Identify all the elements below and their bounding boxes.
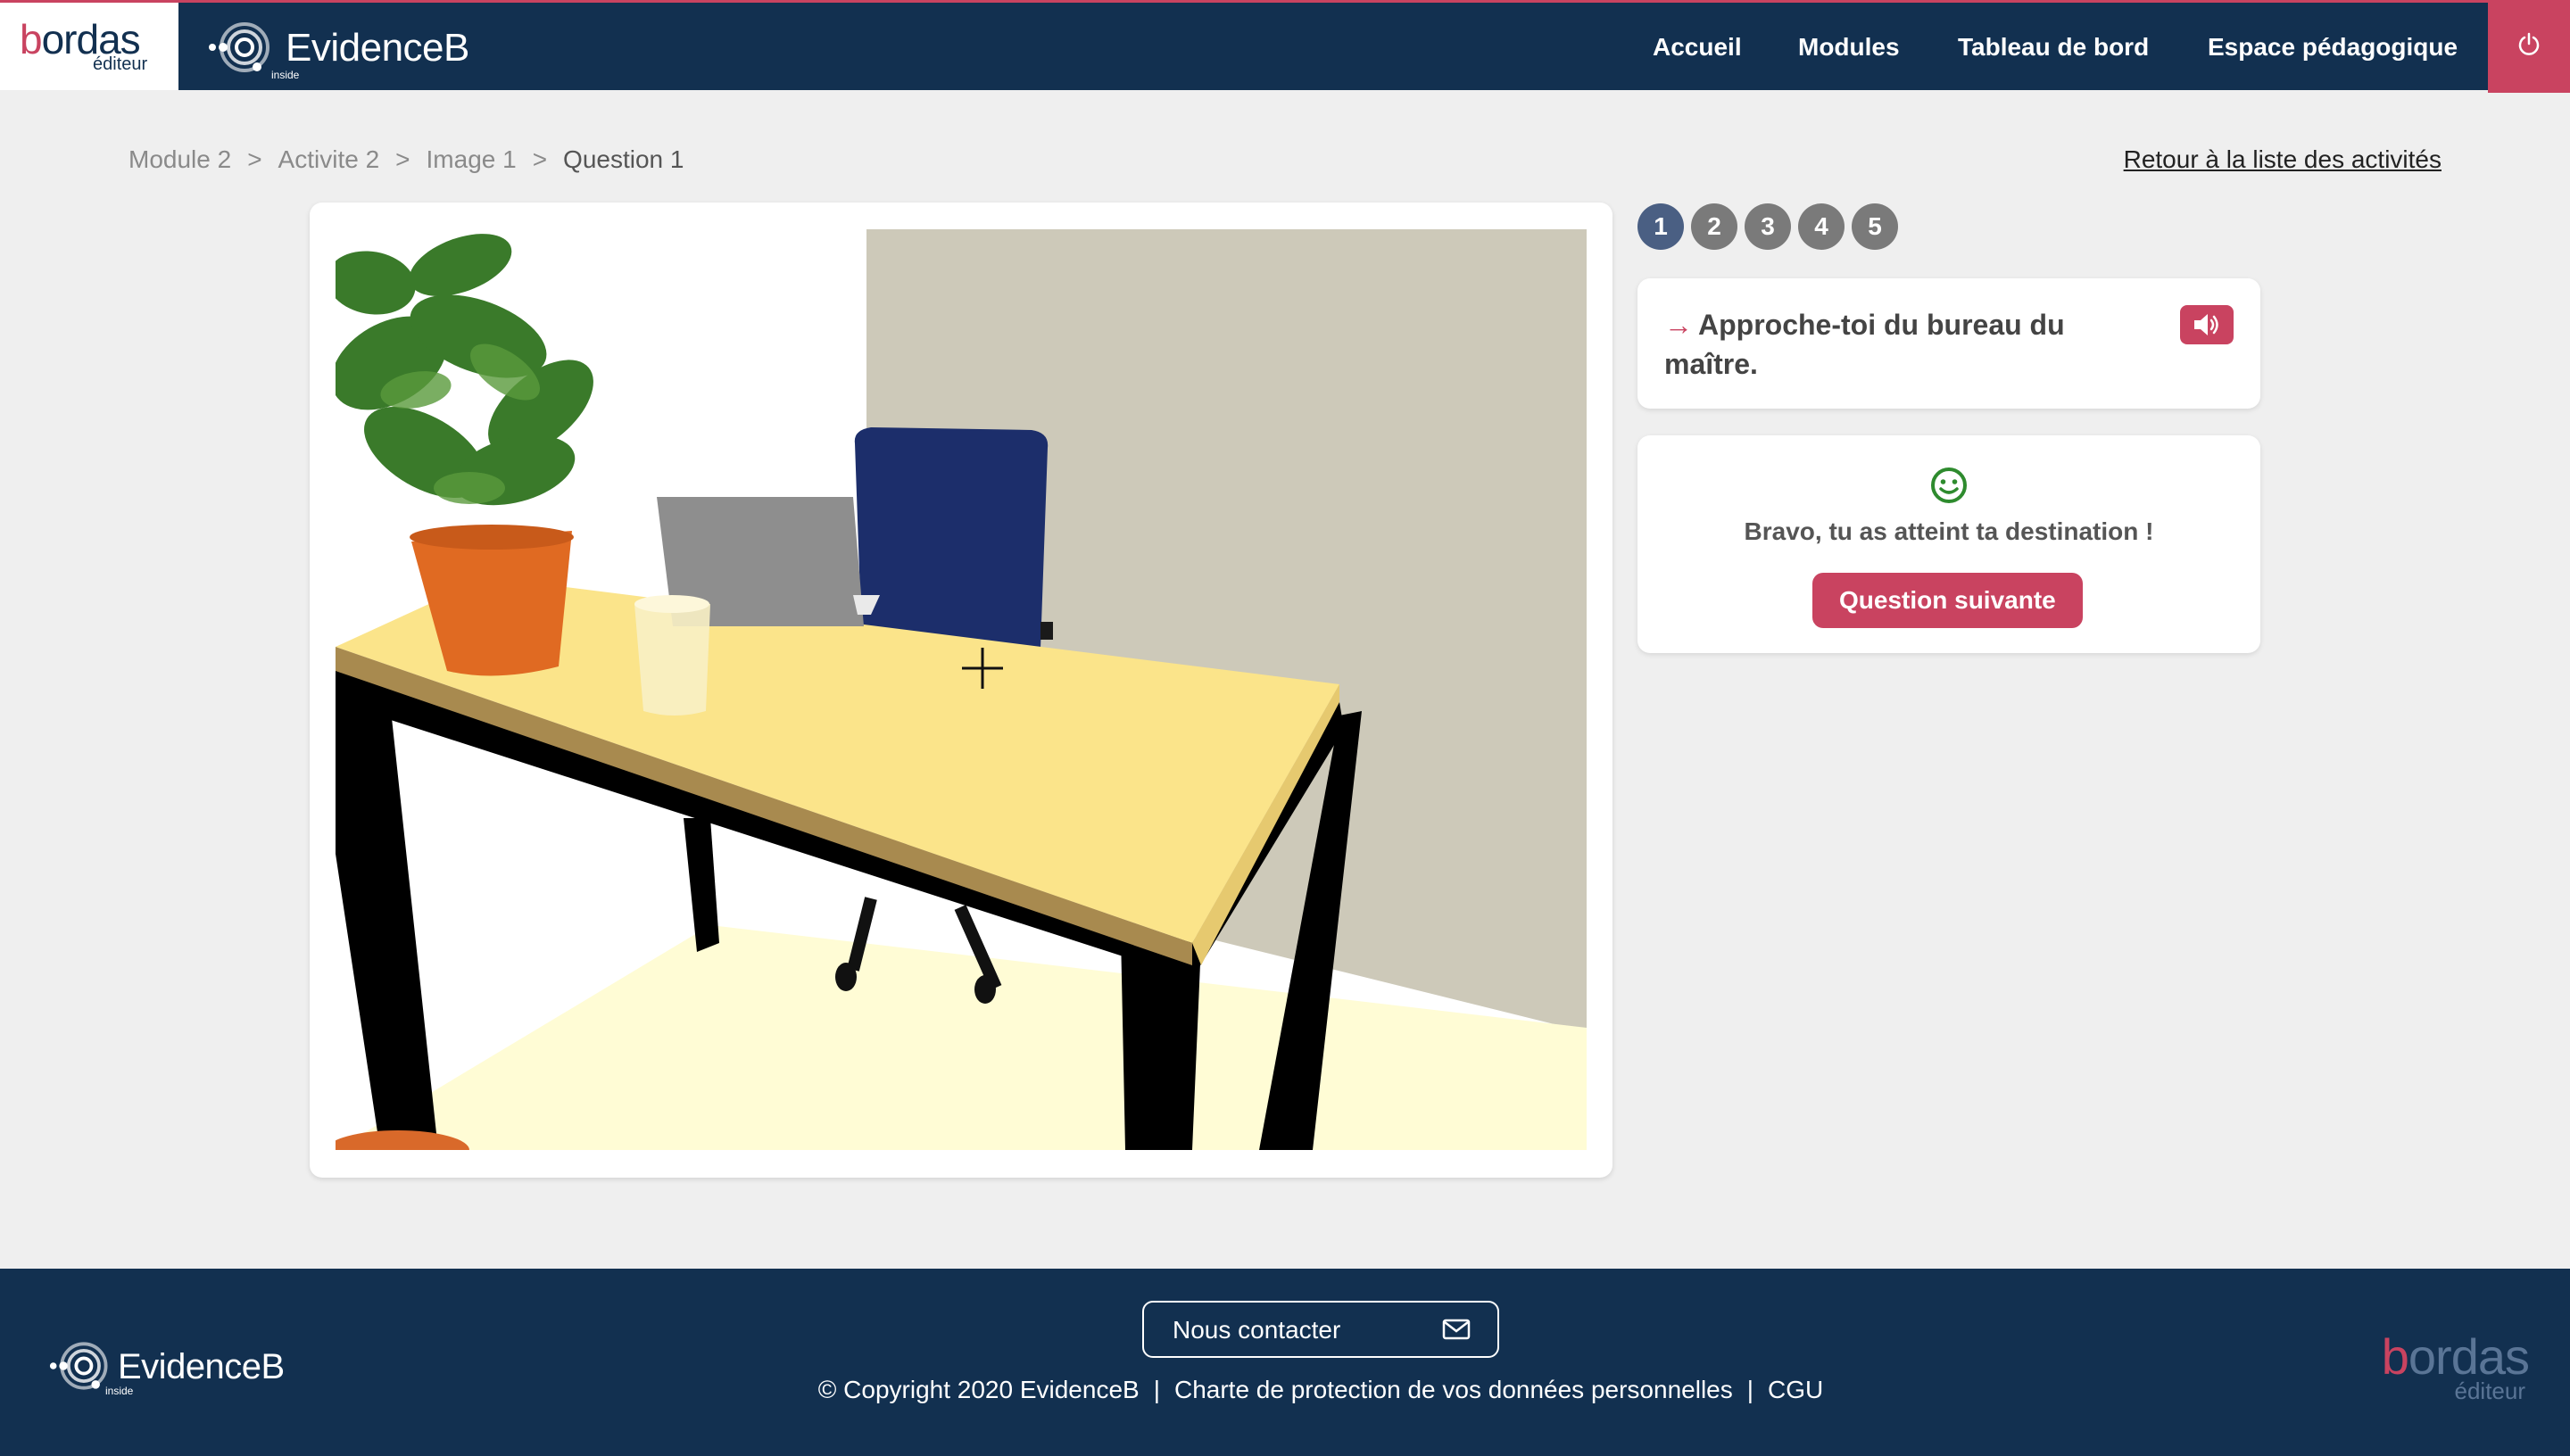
page-dot-1[interactable]: 1 — [1637, 203, 1684, 250]
glass — [634, 595, 710, 716]
footer-bordas-subtitle: éditeur — [2454, 1377, 2526, 1404]
back-to-activities-link[interactable]: Retour à la liste des activités — [2124, 145, 2442, 174]
footer-separator: | — [1153, 1376, 1160, 1403]
classroom-scene[interactable] — [336, 229, 1587, 1150]
instruction-text: Approche-toi du bureau du maître. — [1664, 309, 2065, 380]
nav-espace-pedagogique[interactable]: Espace pédagogique — [2208, 33, 2458, 62]
instruction-card: → Approche-toi du bureau du maître. — [1637, 278, 2260, 409]
copyright-text: © Copyright 2020 EvidenceB — [817, 1376, 1140, 1403]
footer-separator: | — [1746, 1376, 1754, 1403]
breadcrumb-separator: > — [532, 145, 548, 173]
nav-accueil[interactable]: Accueil — [1653, 33, 1742, 62]
3d-scene-viewport[interactable] — [336, 229, 1587, 1150]
breadcrumb-module[interactable]: Module 2 — [128, 145, 231, 174]
page-dot-4[interactable]: 4 — [1798, 203, 1845, 250]
contact-label: Nous contacter — [1173, 1316, 1341, 1344]
scene-card — [310, 203, 1612, 1178]
footer-bordas-logo[interactable]: bordas éditeur — [2333, 1328, 2530, 1408]
evidenceb-logo[interactable]: EvidenceB inside — [207, 15, 475, 81]
feedback-card: Bravo, tu as atteint ta destination ! Qu… — [1637, 435, 2260, 653]
page-dot-3[interactable]: 3 — [1745, 203, 1791, 250]
breadcrumb-activite[interactable]: Activite 2 — [278, 145, 380, 174]
privacy-link[interactable]: Charte de protection de vos données pers… — [1174, 1376, 1733, 1403]
evidenceb-logo-subtitle: inside — [271, 69, 300, 81]
nav-modules[interactable]: Modules — [1798, 33, 1900, 62]
breadcrumb-separator: > — [395, 145, 410, 173]
arrow-right-icon: → — [1664, 309, 1693, 341]
page-dot-5[interactable]: 5 — [1852, 203, 1898, 250]
evidenceb-swirl-icon — [209, 22, 269, 72]
instruction-block: → Approche-toi du bureau du maître. — [1664, 305, 2128, 384]
bordas-logo[interactable]: bordas éditeur — [0, 3, 178, 90]
bordas-logo-subtitle: éditeur — [93, 54, 148, 74]
cgu-link[interactable]: CGU — [1768, 1376, 1823, 1403]
breadcrumb: Module 2 > Activite 2 > Image 1 > Question 1 — [128, 145, 684, 174]
mail-icon — [1442, 1319, 1471, 1340]
evidenceb-logo-text: EvidenceB — [286, 26, 469, 70]
top-header: bordas éditeur EvidenceB inside Accueil … — [0, 0, 2570, 93]
smiley-icon — [1931, 467, 1967, 503]
logout-button[interactable] — [2488, 0, 2570, 93]
footer: EvidenceB inside Nous contacter © Copyri… — [0, 1269, 2570, 1456]
breadcrumb-image[interactable]: Image 1 — [427, 145, 517, 174]
question-pager: 1 2 3 4 5 — [1637, 203, 1905, 250]
page-dot-2[interactable]: 2 — [1691, 203, 1737, 250]
breadcrumb-question: Question 1 — [563, 145, 684, 173]
footer-links: © Copyright 2020 EvidenceB | Charte de pro… — [0, 1376, 2570, 1404]
next-question-button[interactable]: Question suivante — [1812, 573, 2083, 628]
speaker-icon — [2194, 314, 2218, 335]
contact-button[interactable]: Nous contacter — [1142, 1301, 1499, 1358]
audio-play-button[interactable] — [2180, 305, 2234, 344]
feedback-message: Bravo, tu as atteint ta destination ! — [1744, 517, 2154, 545]
breadcrumb-separator: > — [247, 145, 262, 173]
nav-tableau-de-bord[interactable]: Tableau de bord — [1958, 33, 2149, 62]
power-icon — [2518, 32, 2540, 55]
